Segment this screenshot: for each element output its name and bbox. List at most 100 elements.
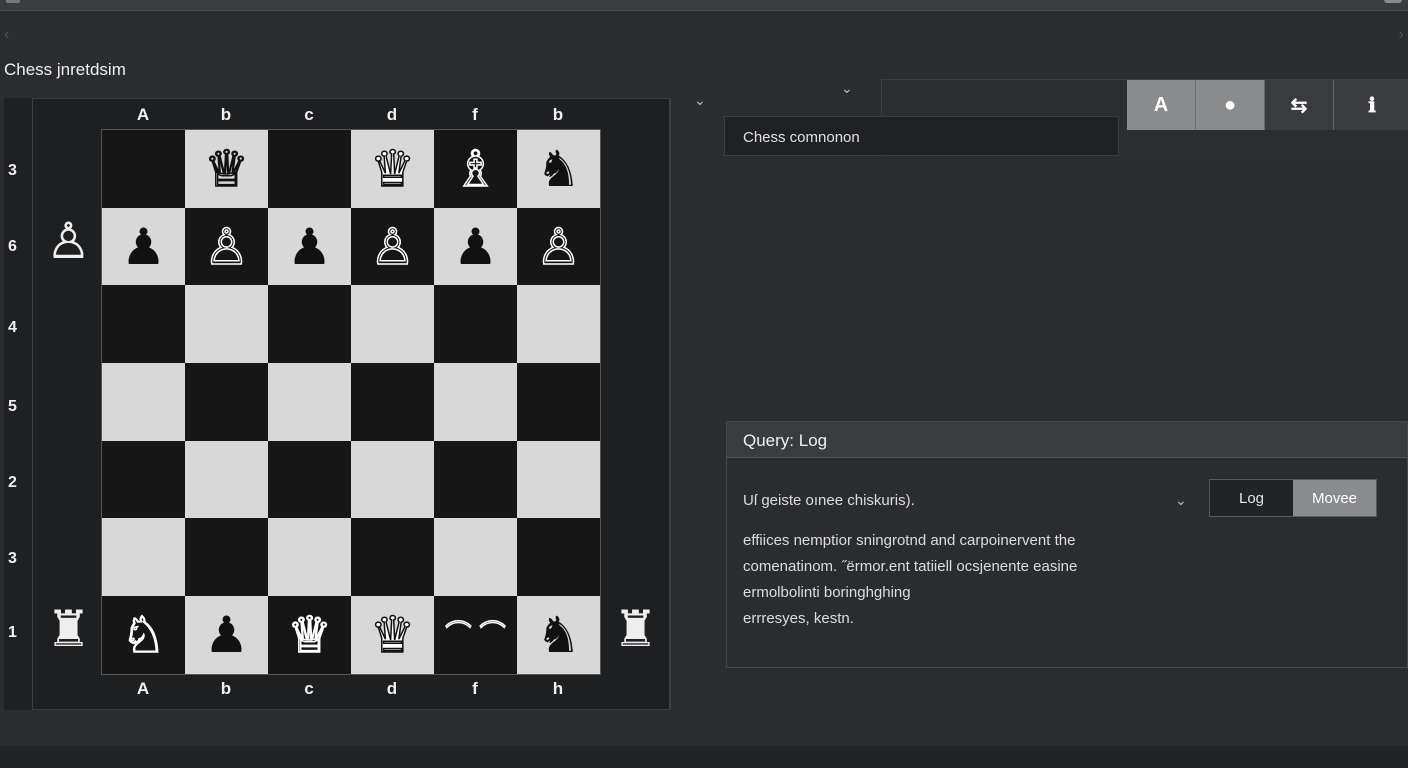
log-panel: Query: Log Uſ geiste oınee chiskuris). ⌄… (726, 421, 1408, 668)
board-square[interactable] (185, 518, 268, 597)
toolbar-info-button[interactable]: ℹ (1334, 80, 1408, 130)
rank-label: 6 (8, 238, 17, 255)
file-label-top: b (552, 105, 564, 124)
title-bar (0, 0, 1408, 11)
tab-movee[interactable]: Movee (1293, 480, 1376, 516)
board-square[interactable]: ♞ (517, 596, 600, 674)
file-label-top: d (386, 105, 398, 124)
flip-icon: ⇆ (1290, 94, 1308, 117)
log-panel-title: Query: Log (727, 422, 1407, 458)
board-square[interactable] (268, 518, 351, 597)
tab-log[interactable]: Log (1210, 480, 1293, 516)
board-square[interactable] (102, 130, 185, 208)
chess-piece[interactable]: ♘ (120, 609, 166, 661)
castle-arrows-icon[interactable]: ⌒ ⌒ (445, 621, 507, 649)
board-square[interactable] (434, 285, 517, 364)
chess-piece[interactable]: ♙ (535, 221, 581, 273)
board-square[interactable] (517, 518, 600, 597)
board-square[interactable] (185, 440, 268, 519)
board-menu-chevron-down-icon[interactable]: ⌄ (694, 92, 706, 109)
board-square[interactable] (102, 363, 185, 441)
rank-label: 2 (8, 474, 17, 491)
board-square[interactable] (434, 363, 517, 441)
board-square[interactable] (434, 518, 517, 597)
board-square[interactable]: ♕ (268, 596, 351, 674)
side-piece: ♜ (46, 600, 91, 658)
file-label-top: c (304, 105, 314, 124)
board-square[interactable] (102, 440, 185, 519)
board-square[interactable]: ♙ (517, 207, 600, 286)
forward-arrow-icon[interactable]: › (1399, 26, 1404, 44)
chevron-down-icon[interactable]: ⌄ (1175, 492, 1187, 509)
board-square[interactable] (102, 518, 185, 597)
chess-piece[interactable]: ♟ (453, 222, 498, 272)
toolbar-timer-button[interactable]: ● (1196, 80, 1265, 130)
log-line: comenatinom. ˝ërmor.ent tatiiell ocsjene… (743, 558, 1078, 575)
toolbar-a-button[interactable]: A (1127, 80, 1196, 130)
panel-menu-chevron-down-icon[interactable]: ⌄ (841, 80, 853, 97)
search-input[interactable]: Chess comnonon (724, 116, 1119, 156)
back-arrow-icon[interactable]: ‹ (4, 26, 9, 44)
board-square[interactable] (351, 518, 434, 597)
side-piece: ♙ (46, 212, 91, 270)
chess-piece[interactable]: ♙ (203, 221, 249, 273)
board-square[interactable] (351, 285, 434, 364)
board-square[interactable]: ♟ (268, 207, 351, 286)
board-square[interactable]: ♟ (434, 207, 517, 286)
board-square[interactable]: ♛ (351, 130, 434, 208)
app-title: Chess jnretdsim (4, 60, 126, 79)
rank-label: 3 (8, 550, 17, 567)
rank-label: 3 (8, 162, 17, 179)
board-square[interactable]: ♟ (185, 596, 268, 674)
board-square[interactable] (434, 440, 517, 519)
app-icon (6, 0, 20, 3)
file-label-bottom: d (386, 679, 398, 698)
board-square[interactable] (351, 363, 434, 441)
chess-piece[interactable]: ♗ (452, 143, 498, 195)
board-square[interactable] (102, 285, 185, 364)
chess-piece[interactable]: ♛ (369, 143, 415, 195)
chess-piece[interactable]: ♟ (287, 222, 332, 272)
log-filter-select[interactable]: Uſ geiste oınee chiskuris). (743, 492, 915, 509)
board-square[interactable] (268, 363, 351, 441)
chess-board[interactable]: ♕ ♛ ♗ ♞ ♟ ♙ ♟ ♙ ♟ ♙ ♘ ♟ ♕ ♛ ⌒ ⌒ ♞ (101, 129, 601, 675)
chess-piece[interactable]: ♞ (536, 610, 581, 660)
board-square[interactable]: ♕ (185, 130, 268, 208)
board-square[interactable]: ⌒ ⌒ (434, 596, 517, 674)
log-line: effiices nemptior sningrotnd and carpoin… (743, 532, 1076, 549)
toolbar-flip-button[interactable]: ⇆ (1265, 80, 1334, 130)
chess-piece[interactable]: ♕ (286, 609, 332, 661)
timer-icon: ● (1223, 93, 1237, 116)
chess-piece[interactable]: ♟ (121, 222, 166, 272)
board-square[interactable] (185, 285, 268, 364)
board-square[interactable] (351, 440, 434, 519)
file-label-bottom: h (552, 679, 564, 698)
file-label-top: b (220, 105, 232, 124)
board-square[interactable]: ♙ (185, 207, 268, 286)
log-line: ermolbolinti boringhghing (743, 584, 911, 601)
chess-piece[interactable]: ♟ (204, 610, 249, 660)
board-square[interactable] (268, 285, 351, 364)
board-square[interactable]: ♞ (517, 130, 600, 208)
board-square[interactable] (517, 440, 600, 519)
board-square[interactable] (517, 285, 600, 364)
status-bar (0, 746, 1408, 768)
log-line: errresyes, kestn. (743, 610, 854, 627)
board-square[interactable]: ♘ (102, 596, 185, 674)
chess-piece[interactable]: ♛ (369, 609, 415, 661)
board-square[interactable] (517, 363, 600, 441)
chess-piece[interactable]: ♙ (369, 221, 415, 273)
window-control-button[interactable] (1384, 0, 1402, 3)
board-square[interactable]: ♟ (102, 207, 185, 286)
chess-piece[interactable]: ♕ (203, 143, 249, 195)
board-square[interactable] (185, 363, 268, 441)
toolbar: A ● ⇆ ℹ (1127, 80, 1408, 130)
board-square[interactable]: ♛ (351, 596, 434, 674)
board-square[interactable] (268, 130, 351, 208)
file-label-bottom: c (304, 679, 314, 698)
board-square[interactable]: ♙ (351, 207, 434, 286)
board-square[interactable] (268, 440, 351, 519)
chess-piece[interactable]: ♞ (536, 144, 581, 194)
letter-a-icon: A (1153, 93, 1169, 116)
board-square[interactable]: ♗ (434, 130, 517, 208)
